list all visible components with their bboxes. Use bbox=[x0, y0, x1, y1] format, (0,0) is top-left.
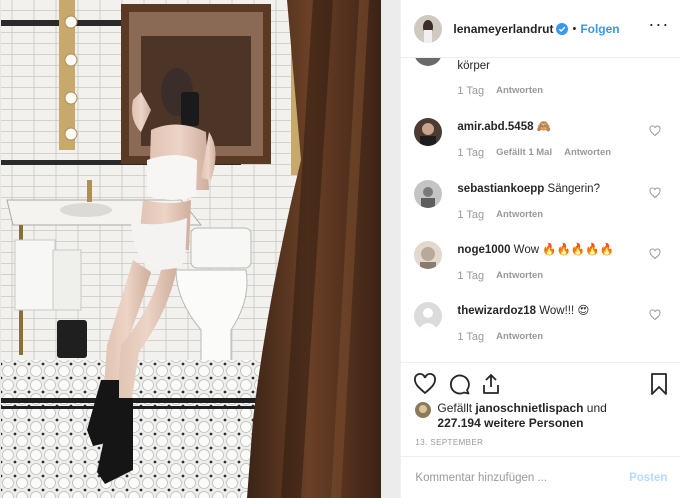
comment-age: 1 Tag bbox=[457, 147, 485, 159]
comment-body: körper bbox=[457, 60, 491, 72]
comment-body: 🙈 bbox=[536, 121, 552, 133]
post-date: 13. SEPTEMBER bbox=[415, 438, 484, 447]
post-side-panel: lenameyerlandrut • Folgen ··· körper 1 T… bbox=[400, 0, 680, 498]
comment-age: 1 Tag bbox=[457, 85, 485, 97]
heart-icon[interactable] bbox=[649, 309, 661, 321]
comment-meta: 1 Tag Antworten bbox=[457, 270, 543, 282]
comment-avatar[interactable] bbox=[414, 241, 443, 269]
reply-button[interactable]: Antworten bbox=[496, 331, 543, 343]
liker-username[interactable]: janoschnietlispach bbox=[475, 401, 583, 415]
comment-text: amir.abd.5458 🙈 bbox=[457, 120, 551, 134]
likes-summary: Gefällt janoschnietlispach und 227.194 w… bbox=[415, 401, 607, 431]
comment-body: Sängerin? bbox=[547, 183, 600, 195]
comment-avatar[interactable] bbox=[414, 118, 443, 146]
comment-text: körper bbox=[457, 59, 490, 73]
comment-age: 1 Tag bbox=[457, 270, 485, 282]
post-viewer: lenameyerlandrut • Folgen ··· körper 1 T… bbox=[0, 0, 680, 498]
add-comment-bar: Posten bbox=[401, 456, 680, 498]
comment-avatar[interactable] bbox=[414, 58, 443, 66]
likes-prefix: Gefällt bbox=[437, 401, 476, 415]
comment-meta: 1 Tag Gefällt 1 Mal Antworten bbox=[457, 147, 611, 159]
comment-body: Wow 🔥🔥🔥🔥🔥 bbox=[513, 244, 614, 256]
reply-button[interactable]: Antworten bbox=[564, 147, 611, 159]
reply-button[interactable]: Antworten bbox=[496, 85, 543, 97]
comment-avatar[interactable] bbox=[414, 302, 443, 330]
reply-button[interactable]: Antworten bbox=[496, 209, 543, 221]
heart-icon[interactable] bbox=[649, 125, 661, 137]
comment-likes[interactable]: Gefällt 1 Mal bbox=[496, 147, 552, 159]
reply-button[interactable]: Antworten bbox=[496, 270, 543, 282]
comment-avatar[interactable] bbox=[414, 180, 443, 208]
mirror-selfie-image bbox=[1, 0, 401, 498]
author-avatar[interactable] bbox=[414, 14, 443, 43]
likes-connector: und bbox=[583, 401, 607, 415]
more-options-icon[interactable]: ··· bbox=[648, 14, 669, 35]
comment-text: sebastiankoepp Sängerin? bbox=[457, 182, 600, 196]
comment-meta: 1 Tag Antworten bbox=[457, 85, 543, 97]
comment-username[interactable]: noge1000 bbox=[457, 244, 510, 256]
comment-age: 1 Tag bbox=[457, 331, 485, 343]
verified-badge-icon bbox=[556, 22, 569, 35]
heart-icon[interactable] bbox=[649, 248, 661, 260]
likes-count[interactable]: 227.194 weitere Personen bbox=[437, 416, 583, 430]
separator-dot: • bbox=[572, 22, 577, 35]
post-comment-button[interactable]: Posten bbox=[629, 472, 667, 484]
comment-username[interactable]: sebastiankoepp bbox=[457, 183, 544, 195]
bookmark-icon[interactable] bbox=[647, 372, 671, 396]
comment-text: thewizardoz18 Wow!!! 😍 bbox=[457, 304, 589, 318]
comment-username[interactable]: thewizardoz18 bbox=[457, 305, 536, 317]
heart-icon[interactable] bbox=[413, 372, 437, 396]
post-actions: Gefällt janoschnietlispach und 227.194 w… bbox=[401, 362, 680, 498]
comment-meta: 1 Tag Antworten bbox=[457, 209, 543, 221]
follow-button[interactable]: Folgen bbox=[580, 22, 619, 36]
share-icon[interactable] bbox=[479, 372, 503, 396]
comment-username[interactable]: amir.abd.5458 bbox=[457, 121, 533, 133]
comment-meta: 1 Tag Antworten bbox=[457, 331, 543, 343]
author-username[interactable]: lenameyerlandrut bbox=[453, 22, 553, 36]
liker-avatar[interactable] bbox=[415, 402, 432, 418]
comment-text: noge1000 Wow 🔥🔥🔥🔥🔥 bbox=[457, 243, 613, 257]
post-header: lenameyerlandrut • Folgen ··· bbox=[401, 0, 680, 58]
post-photo[interactable] bbox=[1, 0, 401, 498]
comment-list[interactable]: körper 1 Tag Antworten amir.abd.5458 🙈 1… bbox=[401, 58, 680, 362]
comment-age: 1 Tag bbox=[457, 209, 485, 221]
heart-icon[interactable] bbox=[649, 187, 661, 199]
comment-body: Wow!!! 😍 bbox=[539, 305, 590, 317]
comment-input[interactable] bbox=[415, 472, 630, 484]
comment-icon[interactable] bbox=[447, 372, 471, 396]
